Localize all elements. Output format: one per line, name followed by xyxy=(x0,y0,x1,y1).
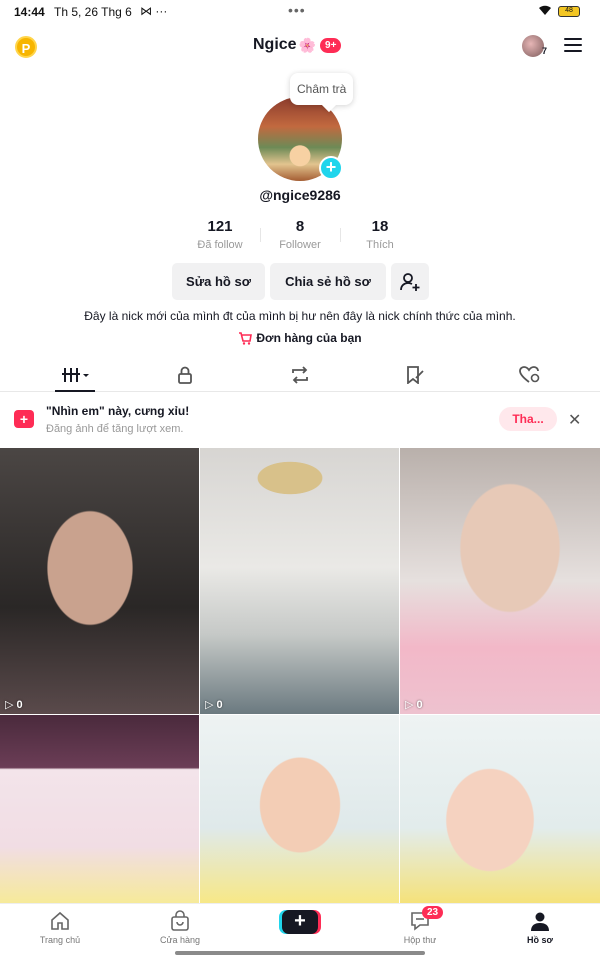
nav-inbox-label: Hộp thư xyxy=(403,935,437,945)
view-count: ▷ 0 xyxy=(205,699,223,711)
header-username: Ngice xyxy=(253,36,297,53)
promo-subtitle: Đăng ảnh để tăng lượt xem. xyxy=(46,423,184,435)
wifi-icon xyxy=(538,4,552,19)
friends-count: 7 xyxy=(542,46,548,56)
stat-following[interactable]: 121 Đã follow xyxy=(180,218,260,251)
status-bar: 14:44 Th 5, 26 Thg 6 ⋈ ··· ••• 48 xyxy=(0,0,600,26)
stat-likes-label: Thích xyxy=(366,239,394,251)
saved-icon xyxy=(407,365,424,384)
status-time: 14:44 xyxy=(14,5,45,19)
tab-reposts[interactable] xyxy=(280,358,320,391)
stat-followers-count: 8 xyxy=(295,218,305,235)
promo-title: "Nhìn em" này, cưng xỉu! xyxy=(46,404,190,418)
tab-videos[interactable] xyxy=(55,358,95,392)
status-date: Th 5, 26 Thg 6 xyxy=(54,5,132,19)
nav-profile-label: Hồ sơ xyxy=(527,935,553,945)
tab-liked[interactable] xyxy=(510,358,550,391)
home-icon xyxy=(51,911,69,930)
shop-bag-icon xyxy=(171,910,189,931)
add-user-icon xyxy=(400,272,420,291)
share-profile-button[interactable]: Chia sẻ hồ sơ xyxy=(270,263,386,300)
stat-following-count: 121 xyxy=(207,218,233,235)
view-count: ▷ 0 xyxy=(405,699,423,711)
menu-icon[interactable] xyxy=(564,38,582,52)
flower-icon: 🌸 xyxy=(298,36,317,53)
profile-stats: 121 Đã follow 8 Follower 18 Thích xyxy=(180,218,420,251)
home-indicator[interactable] xyxy=(175,951,425,955)
friends-avatar-icon[interactable] xyxy=(522,35,544,57)
video-thumbnail[interactable]: ▷ 0 xyxy=(0,448,199,714)
battery-icon: 48 xyxy=(558,6,580,17)
profile-handle: @ngice9286 xyxy=(259,187,341,203)
stat-likes-count: 18 xyxy=(371,218,389,235)
nav-inbox[interactable]: Hộp thư xyxy=(380,904,460,948)
edit-profile-button[interactable]: Sửa hồ sơ xyxy=(172,263,265,300)
tab-private[interactable] xyxy=(165,358,205,391)
status-extra-icons: ⋈ ··· xyxy=(140,4,168,18)
repost-icon xyxy=(292,365,308,384)
create-button[interactable]: + xyxy=(282,910,318,934)
close-icon[interactable]: ✕ xyxy=(568,410,581,430)
lock-icon xyxy=(178,366,192,384)
nav-profile[interactable]: Hồ sơ xyxy=(500,904,580,948)
promo-action-button[interactable]: Tha... xyxy=(499,407,557,431)
video-grid: ▷ 0 ▷ 0 ▷ 0 xyxy=(0,448,600,903)
content-tabs xyxy=(0,358,600,392)
coin-icon[interactable]: P xyxy=(15,36,37,58)
stat-likes[interactable]: 18 Thích xyxy=(340,218,420,251)
video-thumbnail[interactable] xyxy=(400,715,600,903)
nav-shop[interactable]: Cửa hàng xyxy=(140,904,220,948)
view-count: ▷ 0 xyxy=(5,699,23,711)
top-bar: P Ngice 🌸 9+ 7 xyxy=(0,30,600,62)
promo-banner: + "Nhìn em" này, cưng xỉu! Đăng ảnh để t… xyxy=(0,392,600,448)
video-thumbnail[interactable]: ▷ 0 xyxy=(400,448,600,714)
profile-bio: Đây là nick mới của mình đt của mình bị … xyxy=(84,309,516,323)
nav-home-label: Trang chủ xyxy=(39,935,81,945)
cart-icon xyxy=(239,331,253,345)
stat-followers-label: Follower xyxy=(279,239,321,251)
video-thumbnail[interactable] xyxy=(200,715,399,903)
tab-saved[interactable] xyxy=(395,358,435,391)
nav-home[interactable]: Trang chủ xyxy=(20,904,100,948)
video-thumbnail[interactable]: ▷ 0 xyxy=(200,448,399,714)
tooltip-bubble[interactable]: Châm trà xyxy=(290,73,354,105)
notification-badge: 9+ xyxy=(320,37,342,53)
videos-grid-icon xyxy=(62,367,89,382)
stat-followers[interactable]: 8 Follower xyxy=(260,218,340,251)
account-switcher[interactable]: Ngice 🌸 9+ xyxy=(253,36,342,54)
profile-icon xyxy=(531,912,549,931)
inbox-badge: 23 xyxy=(422,906,444,919)
profile-actions: Sửa hồ sơ Chia sẻ hồ sơ xyxy=(172,263,429,300)
nav-shop-label: Cửa hàng xyxy=(159,935,201,945)
orders-label: Đơn hàng của bạn xyxy=(256,331,362,345)
orders-link[interactable]: Đơn hàng của bạn xyxy=(0,331,600,345)
add-friend-button[interactable] xyxy=(391,263,429,300)
add-photo-icon: + xyxy=(14,410,34,428)
stat-following-label: Đã follow xyxy=(197,239,243,251)
video-thumbnail[interactable] xyxy=(0,715,199,903)
liked-icon xyxy=(519,365,540,383)
multitask-dots[interactable]: ••• xyxy=(288,2,306,18)
add-story-plus-icon[interactable]: + xyxy=(319,156,343,180)
